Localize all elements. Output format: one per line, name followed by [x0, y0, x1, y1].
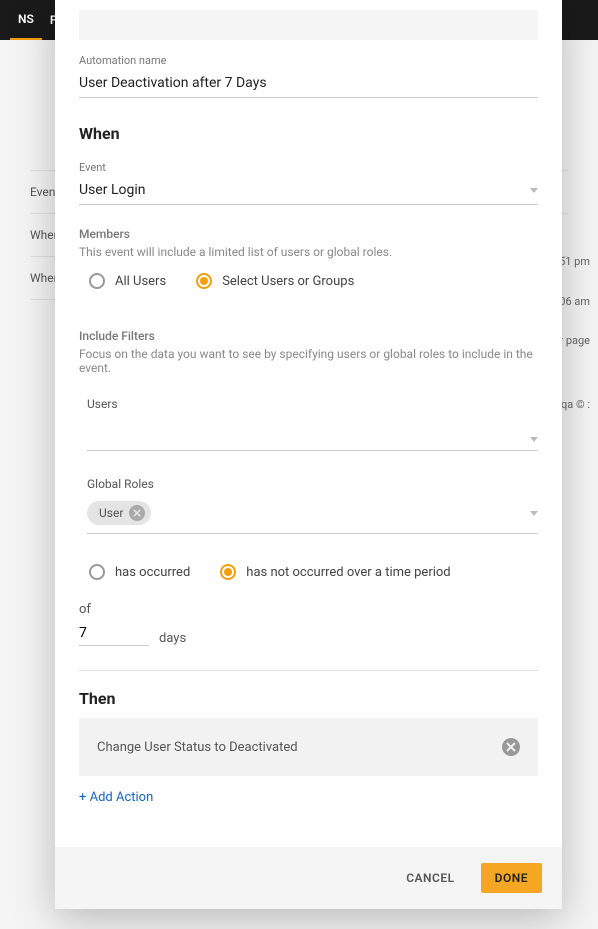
radio-icon: [196, 273, 212, 289]
header-placeholder: [79, 10, 538, 40]
add-action-link[interactable]: + Add Action: [79, 790, 153, 805]
modal-body: Automation name When Event User Login Me…: [55, 0, 562, 847]
include-filters-description: Focus on the data you want to see by spe…: [79, 347, 538, 375]
role-chip: User: [87, 501, 151, 525]
cancel-button[interactable]: CANCEL: [392, 863, 468, 893]
radio-label: Select Users or Groups: [222, 274, 354, 289]
radio-icon: [89, 564, 105, 580]
radio-all-users[interactable]: All Users: [89, 273, 166, 289]
radio-has-not-occurred[interactable]: has not occurred over a time period: [220, 564, 450, 580]
global-roles-label: Global Roles: [87, 477, 538, 491]
of-label: of: [79, 602, 91, 617]
event-select[interactable]: User Login: [79, 178, 538, 205]
then-section-title: Then: [79, 689, 538, 708]
automation-modal: Automation name When Event User Login Me…: [55, 0, 562, 909]
users-filter-select[interactable]: [87, 417, 538, 451]
include-filters-label: Include Filters: [79, 329, 538, 343]
radio-icon: [220, 564, 236, 580]
when-section-title: When: [79, 124, 538, 143]
chevron-down-icon: [530, 188, 538, 193]
automation-name-input[interactable]: [79, 71, 538, 98]
radio-icon: [89, 273, 105, 289]
members-label: Members: [79, 227, 538, 241]
radio-select-users[interactable]: Select Users or Groups: [196, 273, 354, 289]
members-description: This event will include a limited list o…: [79, 245, 538, 259]
chip-label: User: [99, 506, 123, 520]
action-text: Change User Status to Deactivated: [97, 740, 298, 755]
radio-has-occurred[interactable]: has occurred: [89, 564, 190, 580]
radio-label: All Users: [115, 274, 166, 289]
users-filter-label: Users: [87, 397, 538, 411]
action-card: Change User Status to Deactivated: [79, 718, 538, 776]
radio-label: has occurred: [115, 565, 190, 580]
event-label: Event: [79, 161, 538, 174]
chevron-down-icon: [530, 511, 538, 516]
nav-tab[interactable]: NS: [10, 0, 42, 40]
days-input[interactable]: [79, 623, 149, 646]
chip-remove-icon[interactable]: [129, 505, 145, 521]
automation-name-label: Automation name: [79, 54, 538, 67]
chevron-down-icon: [530, 437, 538, 442]
modal-footer: CANCEL DONE: [55, 847, 562, 909]
global-roles-select[interactable]: User: [87, 497, 538, 534]
days-unit: days: [159, 631, 186, 646]
cell: Wher: [30, 271, 58, 285]
per-page-label: r page: [559, 334, 590, 347]
cell: Wher: [30, 228, 58, 242]
radio-label: has not occurred over a time period: [246, 565, 450, 580]
timestamp: 06 am: [559, 295, 590, 308]
remove-action-icon[interactable]: [502, 738, 520, 756]
done-button[interactable]: DONE: [481, 863, 542, 893]
event-value: User Login: [79, 182, 145, 198]
